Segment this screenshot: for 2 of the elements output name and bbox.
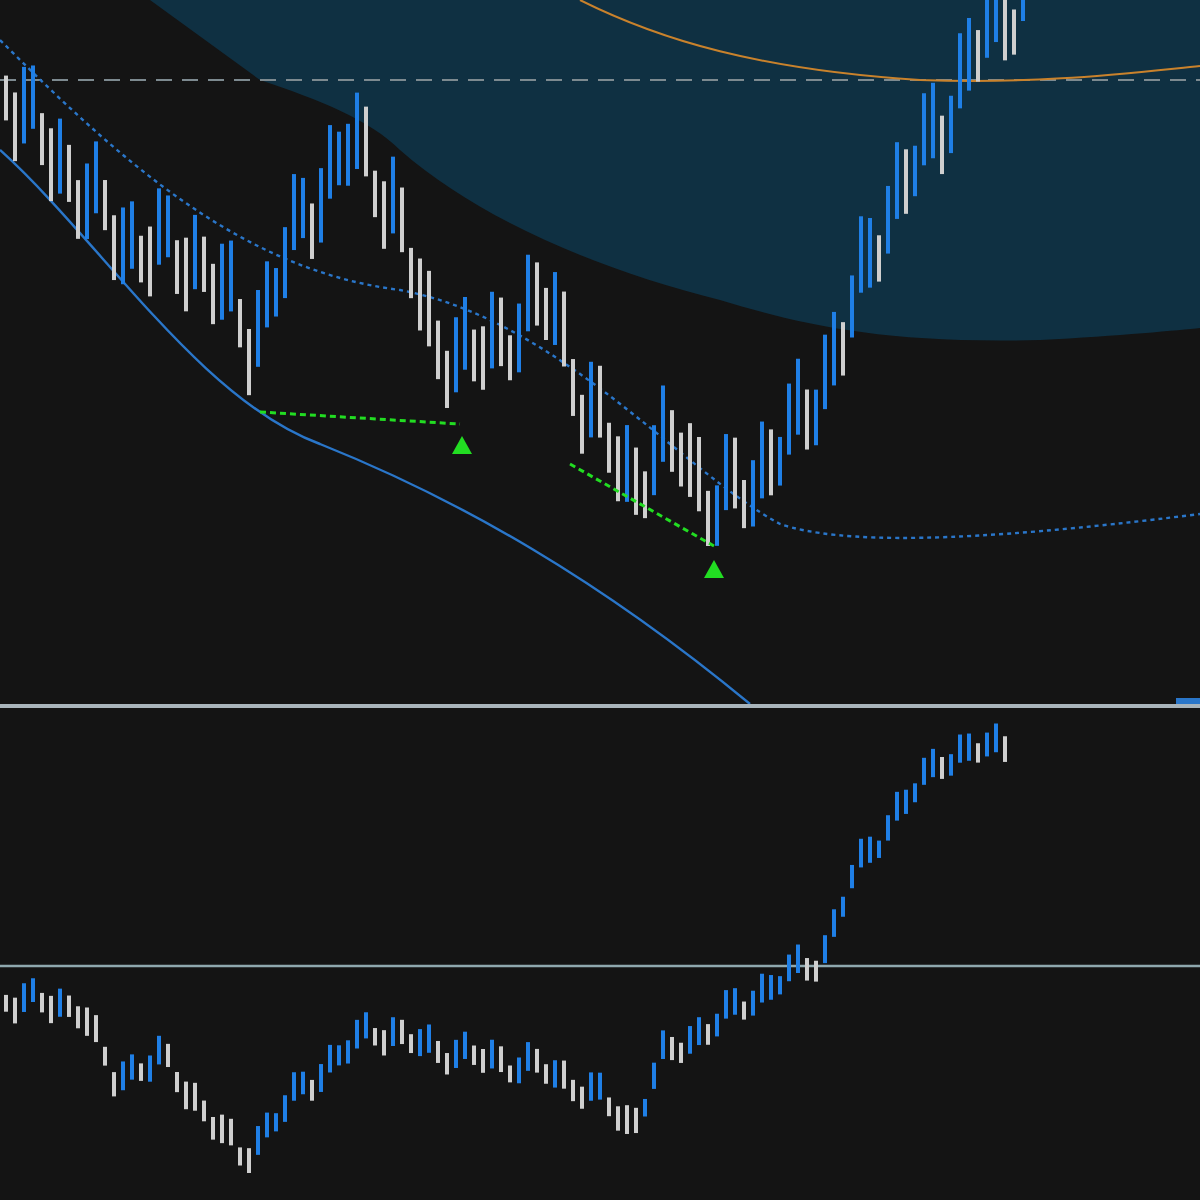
- triangle-icon: [704, 560, 724, 578]
- triangle-icon: [452, 436, 472, 454]
